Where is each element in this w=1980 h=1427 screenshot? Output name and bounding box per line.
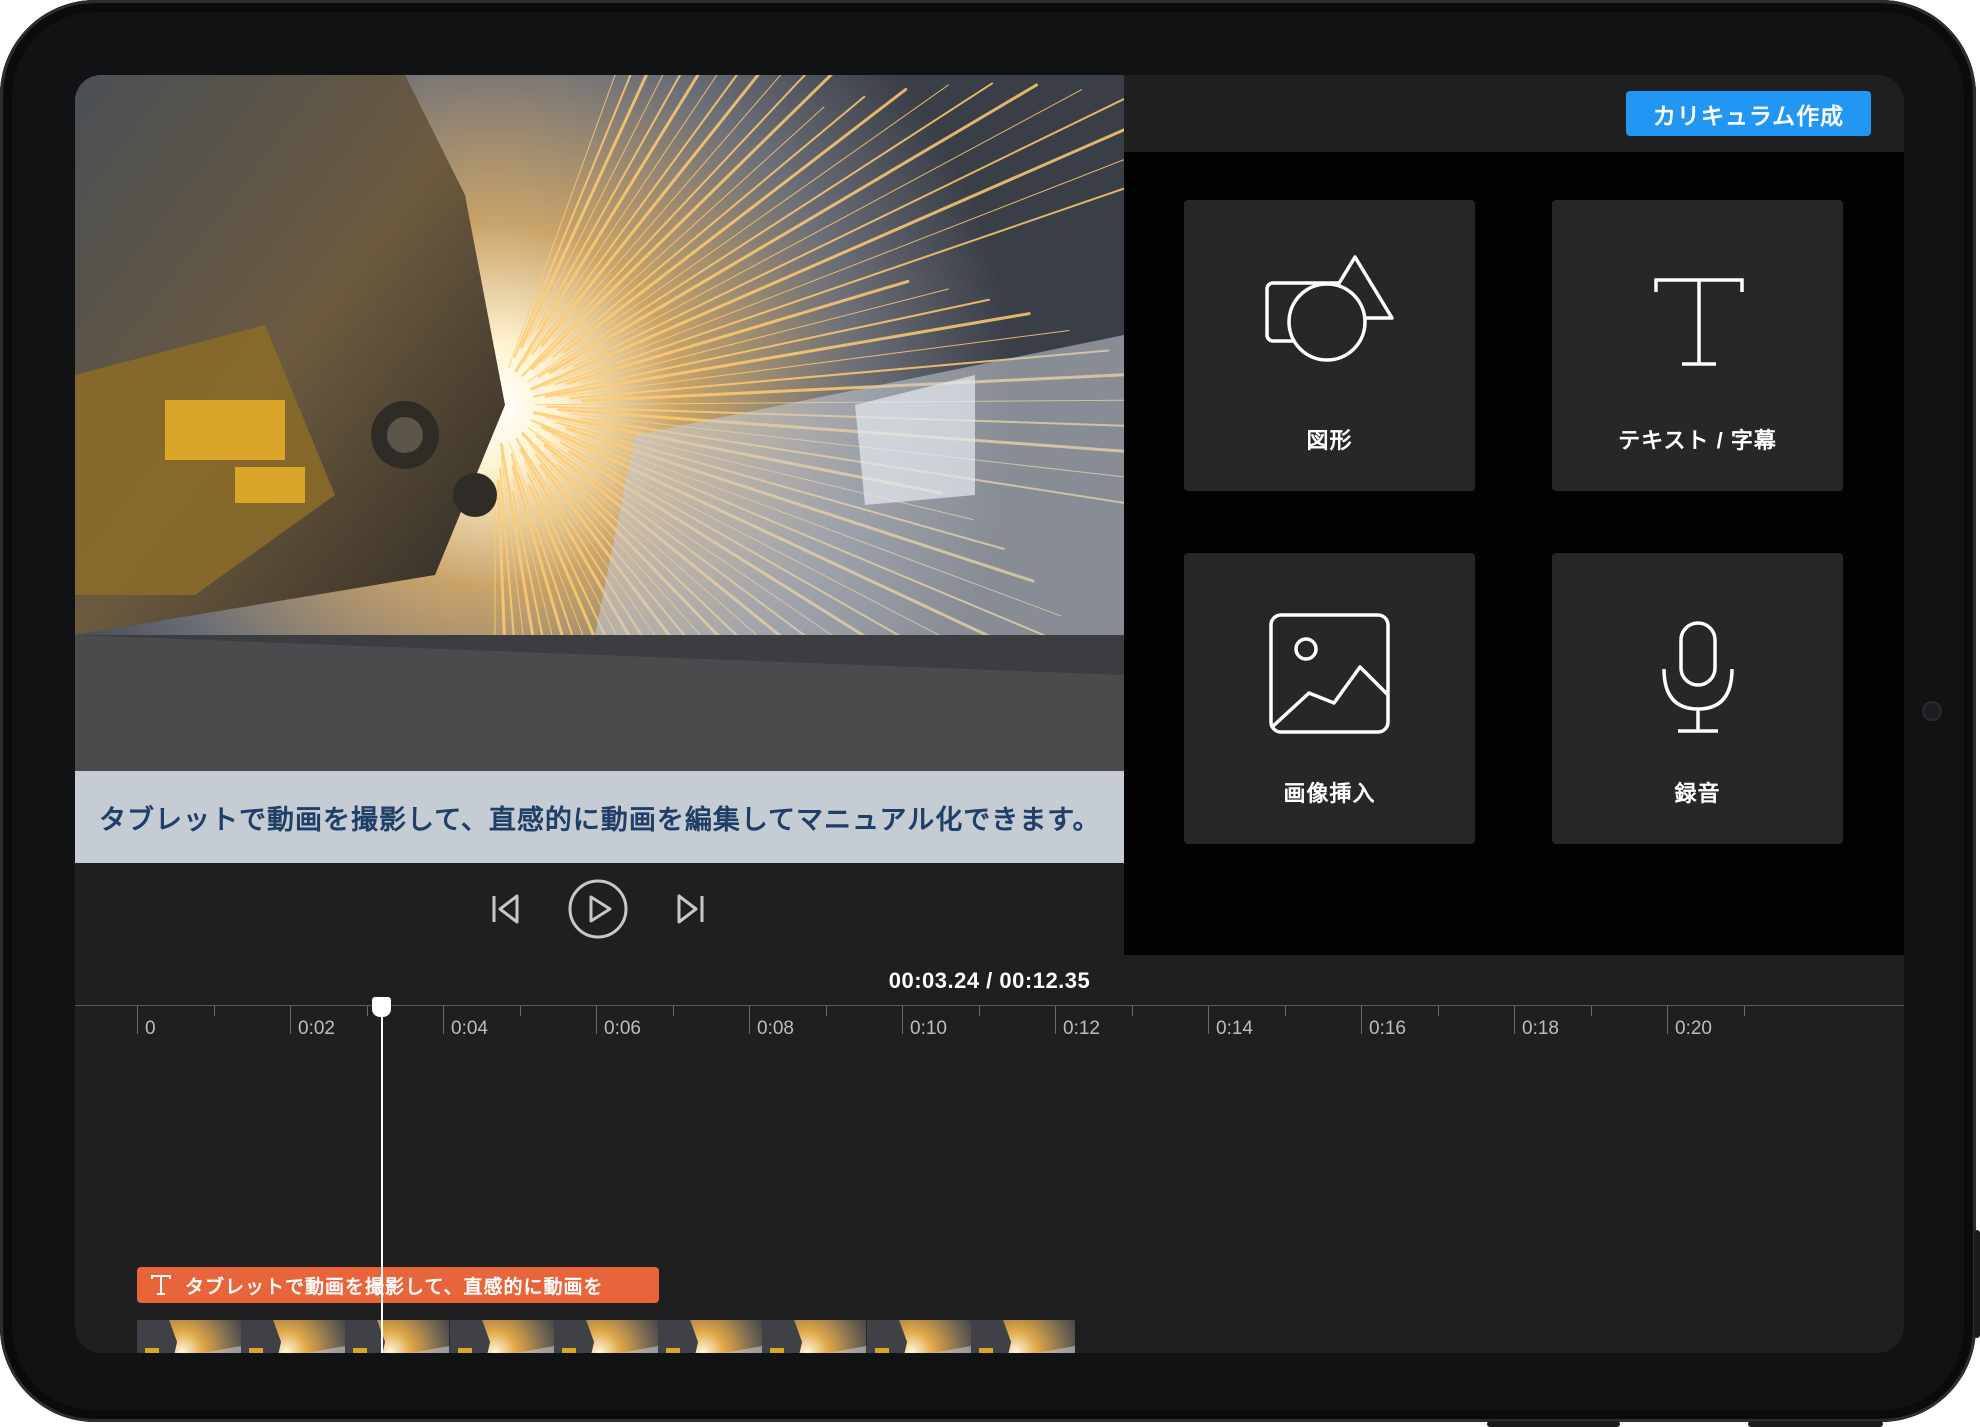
ruler-tick-label: 0:12: [1063, 1018, 1100, 1039]
playhead-handle[interactable]: [372, 997, 391, 1017]
text-icon: [1654, 278, 1744, 366]
skip-forward-icon[interactable]: [675, 893, 705, 925]
ruler-minor-tick: [672, 1006, 674, 1016]
timeline[interactable]: 00:03.24 / 00:12.35 0 0:02 0:04 0:06 0:08 0:1…: [75, 955, 1904, 1353]
front-camera: [1922, 701, 1942, 721]
video-caption-bar: タブレットで動画を撮影して、直感的に動画を編集してマニュアル化できます。: [75, 771, 1124, 863]
tool-label: 図形: [1306, 428, 1353, 453]
playback-controls: [75, 863, 1124, 955]
clip-thumbnail: [658, 1320, 763, 1353]
ruler-tick-label: 0: [145, 1018, 156, 1039]
tool-label: 録音: [1674, 781, 1721, 806]
ruler-minor-tick: [1437, 1006, 1439, 1016]
clip-thumbnail: [449, 1320, 554, 1353]
ruler-minor-tick: [366, 1006, 368, 1016]
ruler-minor-tick: [213, 1006, 215, 1016]
ruler-minor-tick: [519, 1006, 521, 1016]
ruler-tick-label: 0:02: [298, 1018, 335, 1039]
clip-thumbnail: [970, 1320, 1075, 1353]
ruler-major-tick: [1055, 1006, 1056, 1034]
tool-image-button[interactable]: 画像挿入: [1184, 553, 1475, 844]
ruler-tick-label: 0:20: [1675, 1018, 1712, 1039]
ruler-tick-label: 0:04: [451, 1018, 488, 1039]
ruler-major-tick: [749, 1006, 750, 1034]
video-preview[interactable]: [75, 75, 1124, 771]
ruler-tick-label: 0:08: [757, 1018, 794, 1039]
text-icon: [151, 1275, 171, 1295]
video-caption-text: タブレットで動画を撮影して、直感的に動画を編集してマニュアル化できます。: [99, 804, 1101, 835]
video-clip[interactable]: [137, 1320, 1075, 1353]
text-clip-label: タブレットで動画を撮影して、直感的に動画を: [185, 1276, 604, 1298]
app-screen: タブレットで動画を撮影して、直感的に動画を編集してマニュアル化できます。 カリキ…: [75, 75, 1904, 1353]
clip-thumbnail: [762, 1320, 867, 1353]
ruler-major-tick: [443, 1006, 444, 1034]
tool-label: テキスト / 字幕: [1618, 428, 1777, 453]
clip-thumbnail: [241, 1320, 346, 1353]
ruler-minor-tick: [1743, 1006, 1745, 1016]
play-icon: [589, 895, 612, 923]
ruler-minor-tick: [1131, 1006, 1133, 1016]
ruler-tick-label: 0:10: [910, 1018, 947, 1039]
image-icon: [1269, 613, 1390, 734]
clip-thumbnail: [866, 1320, 971, 1353]
clip-thumbnail: [137, 1320, 242, 1353]
ruler-minor-tick: [978, 1006, 980, 1016]
ruler-minor-tick: [1284, 1006, 1286, 1016]
create-curriculum-button[interactable]: カリキュラム作成: [1626, 91, 1871, 136]
ruler-tick-label: 0:14: [1216, 1018, 1253, 1039]
ruler-major-tick: [902, 1006, 903, 1034]
tool-record-button[interactable]: 録音: [1552, 553, 1843, 844]
tool-label: 画像挿入: [1283, 781, 1376, 806]
ruler-major-tick: [290, 1006, 291, 1034]
ruler-tick-label: 0:06: [604, 1018, 641, 1039]
playhead[interactable]: [381, 1011, 383, 1353]
ruler-major-tick: [596, 1006, 597, 1034]
ruler-major-tick: [1208, 1006, 1209, 1034]
ruler-tick-label: 0:16: [1369, 1018, 1406, 1039]
clip-thumbnail: [553, 1320, 659, 1353]
tools-header: カリキュラム作成: [1124, 75, 1904, 152]
shapes-icon: [1265, 255, 1394, 362]
microphone-icon: [1662, 621, 1734, 733]
bottom-button-right: [1748, 1421, 1883, 1427]
ruler-tick-label: 0:18: [1522, 1018, 1559, 1039]
text-clip[interactable]: タブレットで動画を撮影して、直感的に動画を: [137, 1267, 659, 1303]
ruler-minor-tick: [825, 1006, 827, 1016]
video-frame-illustration: [75, 75, 1124, 771]
tools-panel: カリキュラム作成 図形 テキスト / 字幕 画像挿入 録音: [1124, 75, 1904, 955]
time-readout: 00:03.24 / 00:12.35: [888, 968, 1091, 993]
tool-shapes-button[interactable]: 図形: [1184, 200, 1475, 491]
ruler-major-tick: [1514, 1006, 1515, 1034]
tool-text-button[interactable]: テキスト / 字幕: [1552, 200, 1843, 491]
volume-button: [1974, 1230, 1980, 1338]
ruler-major-tick: [1667, 1006, 1668, 1034]
ruler-major-tick: [1361, 1006, 1362, 1034]
clip-thumbnail: [345, 1320, 450, 1353]
ruler-minor-tick: [1590, 1006, 1592, 1016]
ruler-major-tick: [137, 1006, 138, 1034]
play-button[interactable]: [567, 878, 629, 940]
timeline-ruler: [75, 1005, 1904, 1006]
bottom-button-left: [1487, 1421, 1620, 1427]
skip-back-icon[interactable]: [491, 893, 521, 925]
tablet-frame: タブレットで動画を撮影して、直感的に動画を編集してマニュアル化できます。 カリキ…: [0, 0, 1980, 1427]
